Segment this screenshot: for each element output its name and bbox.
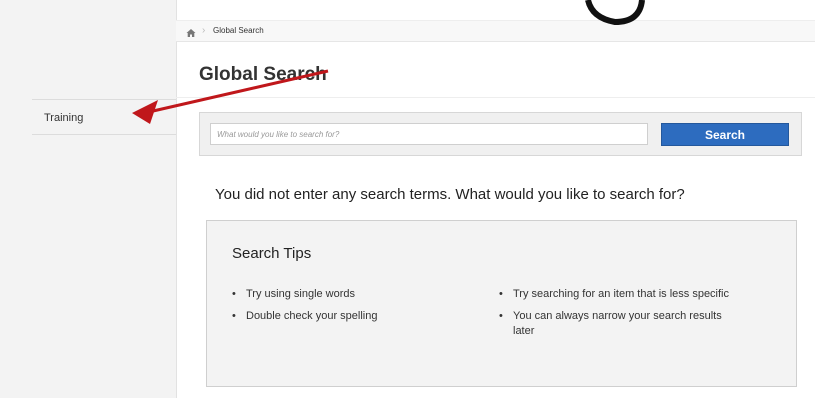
search-tips-title: Search Tips — [232, 245, 312, 262]
search-input[interactable] — [210, 123, 648, 145]
main-content: › Global Search Global Search Search You… — [176, 0, 815, 398]
search-tips-box: Search Tips Try using single words Doubl… — [206, 220, 797, 387]
search-tip: Double check your spelling — [232, 309, 432, 324]
home-icon[interactable] — [186, 26, 196, 37]
search-tip: Try using single words — [232, 287, 432, 302]
page-title: Global Search — [199, 64, 327, 85]
search-panel: Search — [199, 112, 802, 156]
search-tips-right-list: Try searching for an item that is less s… — [499, 287, 739, 346]
title-divider — [176, 97, 815, 98]
breadcrumb-separator: › — [202, 25, 206, 36]
breadcrumb: › Global Search — [176, 20, 815, 42]
search-button[interactable]: Search — [661, 123, 789, 146]
search-tip: Try searching for an item that is less s… — [499, 287, 739, 302]
search-tips-left-list: Try using single words Double check your… — [232, 287, 432, 331]
sidebar-item-training[interactable]: Training — [32, 99, 176, 135]
breadcrumb-item-global-search[interactable]: Global Search — [213, 21, 264, 41]
sidebar: Training — [0, 0, 177, 398]
sidebar-item-label: Training — [44, 112, 84, 124]
search-tip: You can always narrow your search result… — [499, 309, 739, 339]
empty-search-message: You did not enter any search terms. What… — [215, 186, 685, 203]
